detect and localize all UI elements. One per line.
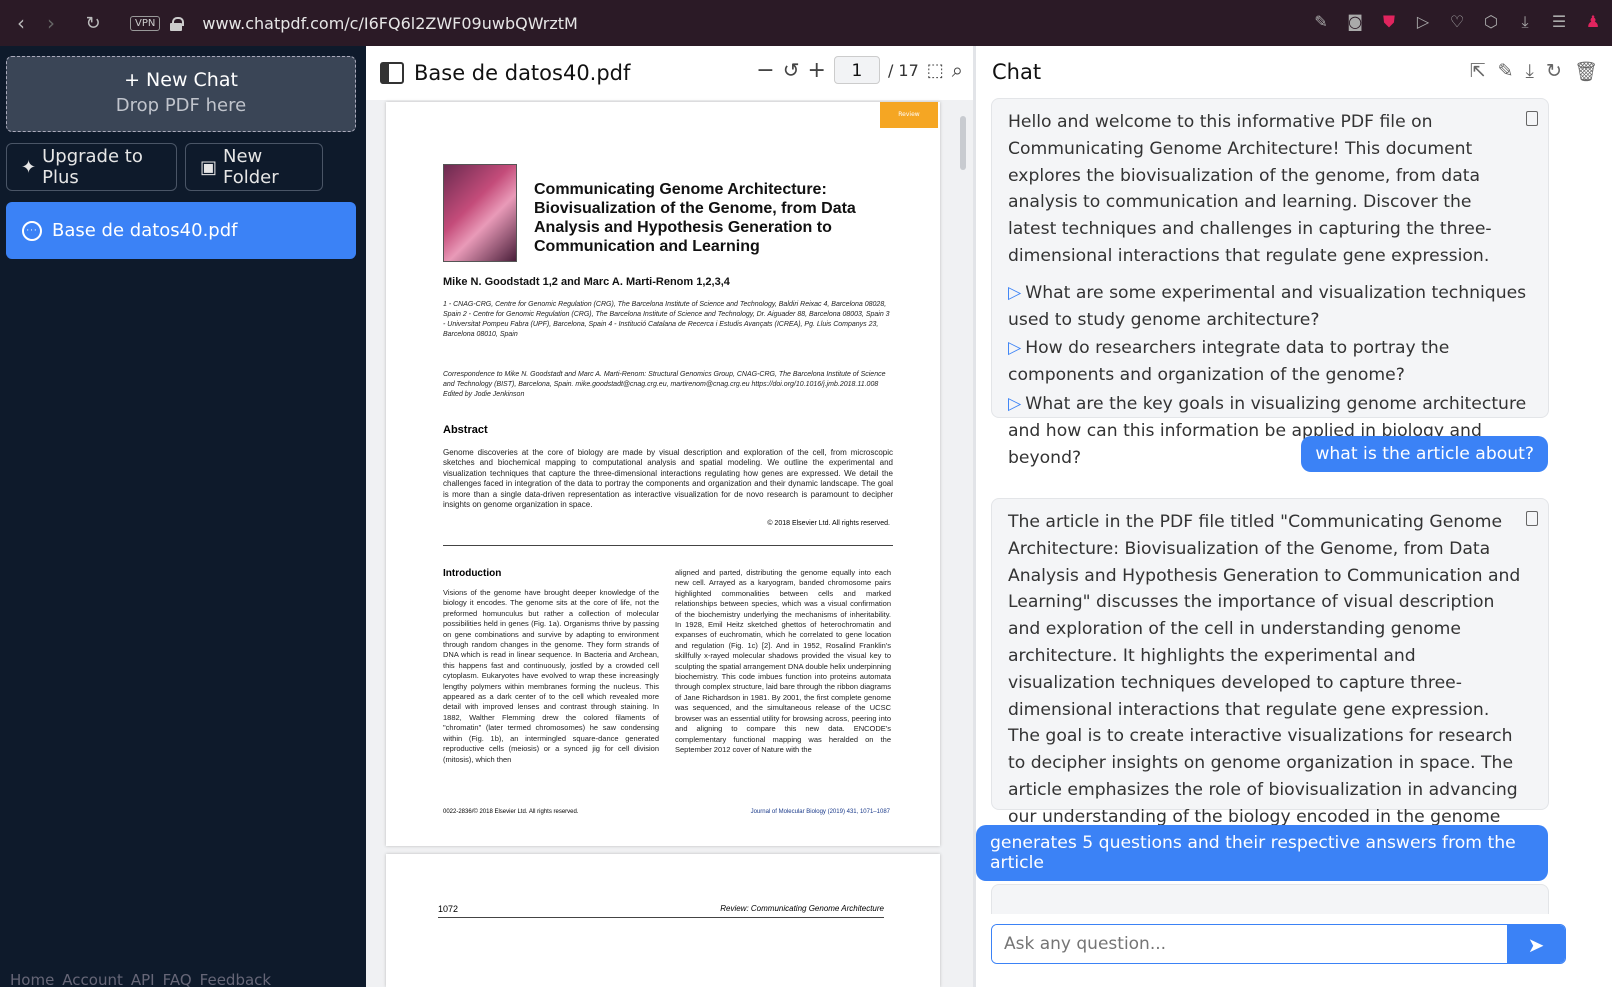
chat-input-row: ➤ (991, 924, 1566, 964)
pdf-toolbar: Base de datos40.pdf − ↺ + 1 / 17 ⬚ ⌕ (366, 46, 973, 100)
address-bar[interactable]: www.chatpdf.com/c/I6FQ6l2ZWF09uwbQWrztM (202, 14, 577, 33)
new-folder-label: New Folder (223, 146, 279, 188)
copyright-line: © 2018 Elsevier Ltd. All rights reserved… (767, 520, 890, 527)
chat-input[interactable] (992, 925, 1507, 963)
chat-item-label: Base de datos40.pdf (52, 220, 238, 241)
chat-actions: ⇱ ✎ ⤓ ↻ 🗑 (1470, 60, 1598, 83)
divider (443, 545, 893, 546)
upgrade-button[interactable]: ✦ Upgrade to Plus (6, 143, 177, 191)
paper-affiliations: 1 - CNAG-CRG, Centre for Genomic Regulat… (443, 301, 890, 338)
lock-icon[interactable] (170, 16, 185, 31)
shield-icon[interactable]: ⛊ (1380, 12, 1398, 32)
chat-item-active[interactable]: ··· Base de datos40.pdf (6, 202, 356, 259)
new-folder-button[interactable]: ▣ New Folder (185, 143, 323, 191)
pdf-page-2: 1072 Review: Communicating Genome Archit… (386, 854, 940, 987)
arrow-icon: ▷ (1008, 282, 1022, 303)
footer-link-api[interactable]: API (131, 971, 155, 987)
footer-link-home[interactable]: Home (10, 971, 54, 987)
reload-icon[interactable]: ↻ (78, 13, 108, 34)
send-icon[interactable]: ▷ (1414, 12, 1432, 32)
upgrade-label: Upgrade to Plus (42, 146, 143, 188)
assistant-message-partial (991, 884, 1549, 914)
copy-icon[interactable] (1526, 111, 1538, 126)
footer-link-faq[interactable]: FAQ (163, 971, 192, 987)
page-2-running-title: Review: Communicating Genome Architectur… (720, 904, 884, 913)
suggested-question[interactable]: ▷ How do researchers integrate data to po… (1008, 335, 1532, 389)
edit-icon[interactable]: ✎ (1312, 12, 1330, 32)
zoom-out-icon[interactable]: − (756, 58, 774, 83)
forward-icon[interactable]: › (36, 11, 66, 35)
pdf-scrollbar[interactable] (960, 116, 966, 170)
paper-correspondence: Correspondence to Mike N. Goodstadt and … (443, 371, 886, 398)
welcome-text: Hello and welcome to this informative PD… (1008, 112, 1492, 266)
suggested-question-text: How do researchers integrate data to por… (1008, 338, 1450, 386)
pdf-viewer: Base de datos40.pdf − ↺ + 1 / 17 ⬚ ⌕ Rev… (366, 46, 976, 987)
pdf-page-1: Review Communicating Genome Architecture… (386, 102, 940, 846)
browser-extensions: ✎ ◙ ⛊ ▷ ♡ ⬡ ⤓ ☰ ♟ (1312, 12, 1602, 32)
cube-icon[interactable]: ⬡ (1482, 12, 1500, 32)
edit-icon[interactable]: ✎ (1498, 60, 1514, 83)
page-footer-right: Journal of Molecular Biology (2019) 431,… (750, 809, 890, 815)
vpn-badge[interactable]: VPN (130, 15, 161, 31)
heart-icon[interactable]: ♡ (1448, 12, 1466, 32)
intro-column-2: aligned and parted, distributing the gen… (675, 568, 891, 754)
journal-cover-image (443, 164, 517, 262)
assistant-message-welcome: Hello and welcome to this informative PD… (991, 98, 1549, 468)
user-message: what is the article about? (1301, 436, 1548, 472)
sidebar-footer: Home Account API FAQ Feedback (10, 971, 271, 987)
answer-container: The article in the PDF file titled "Comm… (1008, 509, 1532, 857)
pdf-filename: Base de datos40.pdf (414, 61, 631, 85)
trash-icon[interactable]: 🗑 (1574, 60, 1598, 83)
paper-authors: Mike N. Goodstadt 1,2 and Marc A. Marti-… (443, 276, 730, 288)
camera-icon[interactable]: ◙ (1346, 12, 1364, 32)
suggested-question-text: What are some experimental and visualiza… (1008, 282, 1527, 330)
answer-text: The article in the PDF file titled "Comm… (1008, 512, 1521, 827)
select-tool-icon[interactable]: ⬚ (927, 60, 944, 81)
chat-bubble-icon: ··· (22, 220, 42, 241)
profile-icon[interactable]: ♟ (1584, 12, 1602, 32)
settings-icon[interactable]: ☰ (1550, 12, 1568, 32)
copy-icon[interactable] (1526, 511, 1538, 526)
footer-link-account[interactable]: Account (62, 971, 123, 987)
user-message: generates 5 questions and their respecti… (976, 825, 1548, 881)
page-2-number: 1072 (438, 904, 459, 914)
chat-heading: Chat (992, 60, 1042, 84)
page-footer-left: 0022-2836/© 2018 Elsevier Ltd. All right… (443, 809, 579, 815)
sparkle-icon: ✦ (21, 156, 37, 178)
page-total: / 17 (887, 60, 919, 80)
intro-column-1: Visions of the genome have brought deepe… (443, 588, 659, 764)
browser-toolbar: ‹ › ↻ VPN www.chatpdf.com/c/I6FQ6l2ZWF09… (0, 0, 1612, 46)
assistant-message-answer: The article in the PDF file titled "Comm… (991, 498, 1549, 857)
sidebar-toggle-icon[interactable] (380, 62, 404, 84)
chat-panel: Chat ⇱ ✎ ⤓ ↻ 🗑 Hello and welcome to this… (976, 46, 1612, 987)
send-icon: ➤ (1527, 933, 1545, 957)
share-icon[interactable]: ⇱ (1470, 60, 1486, 83)
footer-link-feedback[interactable]: Feedback (200, 971, 271, 987)
drop-pdf-label: Drop PDF here (115, 95, 247, 116)
abstract-text: Genome discoveries at the core of biolog… (443, 448, 893, 510)
back-icon[interactable]: ‹ (6, 11, 36, 35)
download-icon[interactable]: ⤓ (1516, 12, 1534, 32)
sidebar: + New Chat Drop PDF here ✦ Upgrade to Pl… (0, 46, 366, 987)
arrow-icon: ▷ (1008, 338, 1022, 359)
review-tag: Review (880, 102, 938, 128)
new-chat-dropzone[interactable]: + New Chat Drop PDF here (6, 56, 356, 132)
paper-title: Communicating Genome Architecture: Biovi… (534, 181, 856, 255)
reset-icon[interactable]: ↻ (1546, 60, 1562, 83)
new-chat-label: + New Chat (124, 69, 238, 91)
arrow-icon: ▷ (1008, 393, 1022, 414)
download-icon[interactable]: ⤓ (1526, 60, 1534, 83)
page-number-input[interactable]: 1 (833, 56, 880, 84)
abstract-heading: Abstract (443, 424, 488, 436)
folder-plus-icon: ▣ (200, 156, 218, 178)
intro-heading: Introduction (443, 568, 502, 579)
send-button[interactable]: ➤ (1507, 925, 1565, 963)
suggested-question[interactable]: ▷ What are some experimental and visualiz… (1008, 280, 1532, 334)
divider (438, 917, 884, 918)
search-icon[interactable]: ⌕ (952, 58, 963, 82)
rotate-icon[interactable]: ↺ (783, 58, 800, 82)
pdf-controls: − ↺ + 1 / 17 ⬚ ⌕ (756, 56, 963, 84)
zoom-in-icon[interactable]: + (808, 58, 826, 83)
